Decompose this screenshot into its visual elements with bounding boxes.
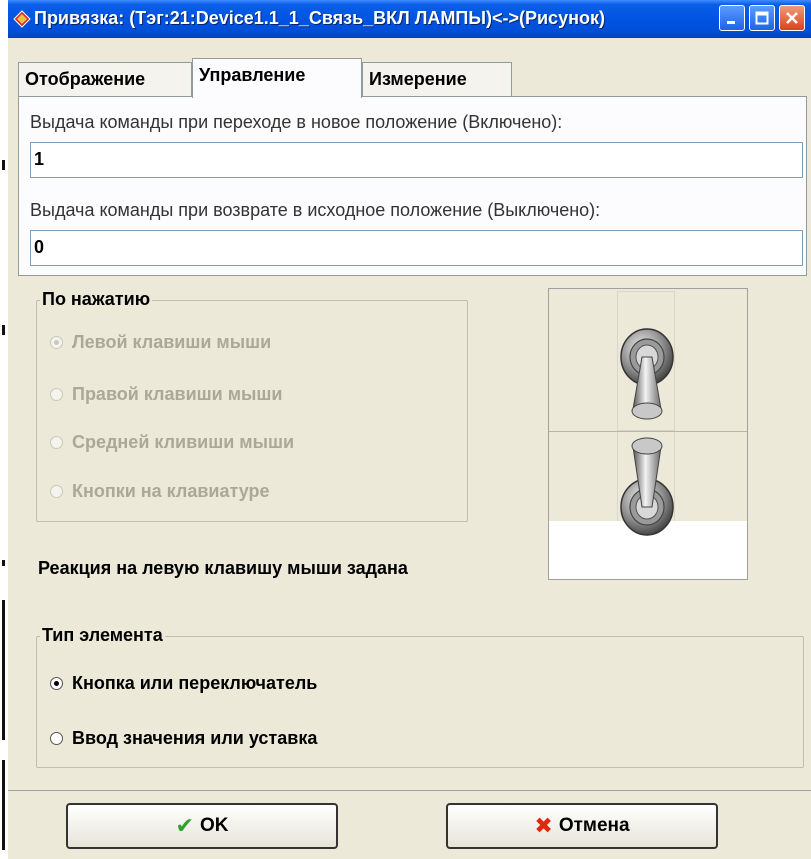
close-icon <box>786 12 798 24</box>
radio-right-mouse-label: Правой клавиши мыши <box>72 384 283 404</box>
tab-measurement[interactable]: Измерение <box>362 62 512 96</box>
title-bar[interactable]: Привязка: (Тэг:21:Device1.1_1_Связь_ВКЛ … <box>8 0 811 38</box>
window-title: Привязка: (Тэг:21:Device1.1_1_Связь_ВКЛ … <box>34 8 605 28</box>
close-button[interactable] <box>779 5 805 31</box>
off-command-input[interactable]: 0 <box>30 230 803 266</box>
on-command-label: Выдача команды при переходе в новое поло… <box>30 112 563 132</box>
radio-keyboard-key[interactable]: Кнопки на клавиатуре <box>50 481 270 502</box>
radio-middle-mouse-indicator <box>50 436 63 449</box>
radio-left-mouse-indicator <box>50 336 63 349</box>
radio-middle-mouse[interactable]: Средней кливиши мыши <box>50 432 294 453</box>
ok-button-label: OK <box>199 815 229 836</box>
on-command-input[interactable]: 1 <box>30 142 803 178</box>
press-group-title: По нажатию <box>40 289 153 310</box>
radio-left-mouse[interactable]: Левой клавиши мыши <box>50 332 271 353</box>
tab-control[interactable]: Управление <box>192 58 362 98</box>
tab-display[interactable]: Отображение <box>18 62 192 96</box>
element-type-title: Тип элемента <box>40 625 165 646</box>
toggle-switch-down-icon <box>620 328 674 420</box>
element-preview[interactable] <box>548 288 748 580</box>
off-command-label: Выдача команды при возврате в исходное п… <box>30 200 601 220</box>
app-diamond-icon <box>13 10 31 28</box>
radio-value-input-indicator <box>50 732 63 745</box>
toggle-switch-up-icon <box>620 437 674 536</box>
radio-button-or-switch-label: Кнопка или переключатель <box>72 673 318 693</box>
cancel-button[interactable]: ✖ Отмена <box>446 803 718 849</box>
reaction-status-text: Реакция на левую клавишу мыши задана <box>38 558 408 578</box>
preview-divider <box>549 431 747 432</box>
radio-left-mouse-label: Левой клавиши мыши <box>72 332 272 352</box>
radio-right-mouse-indicator <box>50 388 63 401</box>
maximize-button[interactable] <box>749 5 775 31</box>
minimize-icon <box>727 21 735 24</box>
binding-dialog: Привязка: (Тэг:21:Device1.1_1_Связь_ВКЛ … <box>8 0 811 859</box>
radio-value-input[interactable]: Ввод значения или уставка <box>50 728 317 749</box>
footer-divider <box>8 790 811 791</box>
radio-right-mouse[interactable]: Правой клавиши мыши <box>50 384 282 405</box>
check-icon: ✔ <box>175 813 194 838</box>
radio-value-input-label: Ввод значения или уставка <box>72 728 318 748</box>
cancel-button-label: Отмена <box>558 815 630 836</box>
maximize-icon <box>755 11 769 25</box>
radio-keyboard-key-indicator <box>50 485 63 498</box>
x-icon: ✖ <box>534 813 553 838</box>
radio-button-or-switch[interactable]: Кнопка или переключатель <box>50 673 317 694</box>
ok-button[interactable]: ✔ OK <box>66 803 338 849</box>
radio-button-or-switch-indicator <box>50 677 63 690</box>
radio-middle-mouse-label: Средней кливиши мыши <box>72 432 295 452</box>
radio-keyboard-key-label: Кнопки на клавиатуре <box>72 481 270 501</box>
minimize-button[interactable] <box>719 5 745 31</box>
